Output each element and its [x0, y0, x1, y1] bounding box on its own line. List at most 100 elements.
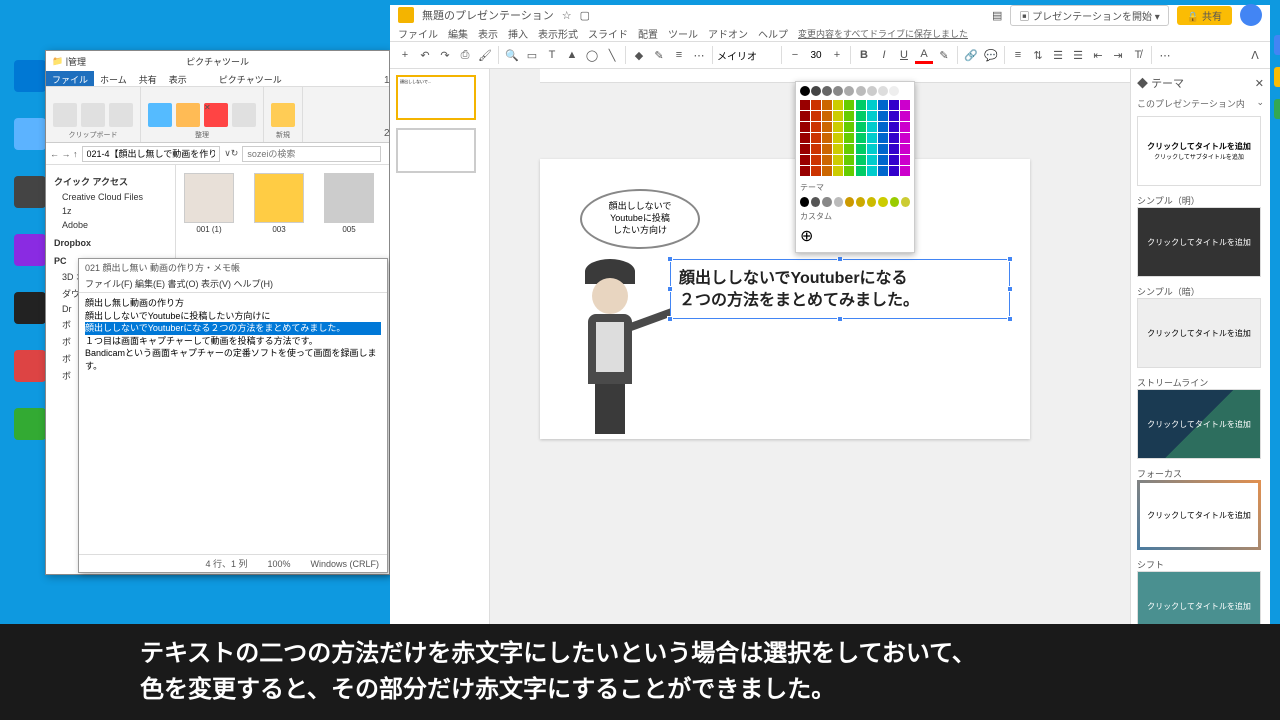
color-swatch[interactable] — [889, 86, 899, 96]
color-swatch[interactable] — [856, 155, 866, 165]
color-swatch[interactable] — [800, 155, 810, 165]
more-button[interactable]: ⋯ — [1156, 46, 1174, 64]
color-swatch[interactable] — [867, 166, 877, 176]
color-swatch[interactable] — [867, 86, 877, 96]
indent-inc-button[interactable]: ⇥ — [1109, 46, 1127, 64]
tab-picture-tools[interactable]: ピクチャツール — [213, 71, 288, 86]
paintformat-button[interactable]: 🖌 — [476, 46, 494, 64]
chevron-down-icon[interactable]: ⌄ — [1256, 97, 1264, 110]
color-swatch[interactable] — [844, 166, 854, 176]
color-swatch[interactable] — [856, 133, 866, 143]
paste-button[interactable] — [109, 103, 133, 127]
moveto-button[interactable] — [148, 103, 172, 127]
color-swatch[interactable] — [889, 133, 899, 143]
color-swatch[interactable] — [900, 86, 910, 96]
color-swatch[interactable] — [878, 111, 888, 121]
slide-canvas[interactable]: 顔出ししないで Youtubeに投稿 したい方向け 顔出ししないでYoutube… — [540, 159, 1030, 439]
comments-icon[interactable]: ▤ — [992, 9, 1002, 22]
color-swatch[interactable] — [878, 144, 888, 154]
color-swatch[interactable] — [822, 144, 832, 154]
color-swatch[interactable] — [800, 144, 810, 154]
color-swatch[interactable] — [833, 100, 843, 110]
calendar-icon[interactable] — [1274, 35, 1280, 55]
menu-view[interactable]: 表示 — [478, 26, 498, 41]
copy-button[interactable] — [81, 103, 105, 127]
color-swatch[interactable] — [889, 166, 899, 176]
font-select[interactable]: メイリオ — [717, 48, 777, 63]
nav-quickaccess[interactable]: クイック アクセス — [50, 173, 171, 190]
color-swatch[interactable] — [844, 100, 854, 110]
tab-home[interactable]: ホーム — [94, 71, 133, 86]
borderstyle-button[interactable]: ⋯ — [690, 46, 708, 64]
color-swatch[interactable] — [878, 197, 887, 207]
rename-button[interactable] — [232, 103, 256, 127]
color-swatch[interactable] — [856, 144, 866, 154]
color-swatch[interactable] — [811, 111, 821, 121]
color-swatch[interactable] — [878, 133, 888, 143]
color-swatch[interactable] — [811, 197, 820, 207]
color-swatch[interactable] — [856, 197, 865, 207]
color-swatch[interactable] — [867, 144, 877, 154]
color-swatch[interactable] — [834, 197, 843, 207]
image-button[interactable]: ▲ — [563, 46, 581, 64]
underline-button[interactable]: U — [895, 46, 913, 64]
slide-thumbnail[interactable]: 顔出ししないで... — [396, 75, 476, 120]
color-swatch[interactable] — [878, 122, 888, 132]
tab-view[interactable]: 表示 — [163, 71, 193, 86]
fontsize-dec[interactable]: − — [786, 46, 804, 64]
bold-button[interactable]: B — [855, 46, 873, 64]
color-swatch[interactable] — [889, 100, 899, 110]
keep-icon[interactable] — [1274, 67, 1280, 87]
color-swatch[interactable] — [822, 166, 832, 176]
theme-preview[interactable]: クリックしてタイトルを追加 — [1137, 389, 1261, 459]
pin-quickaccess-button[interactable] — [53, 103, 77, 127]
color-swatch[interactable] — [800, 111, 810, 121]
color-swatch[interactable] — [867, 155, 877, 165]
color-swatch[interactable] — [867, 111, 877, 121]
linespace-button[interactable]: ⇅ — [1029, 46, 1047, 64]
color-swatch[interactable] — [833, 122, 843, 132]
menu-arrange[interactable]: 配置 — [638, 26, 658, 41]
account-avatar[interactable] — [1240, 4, 1262, 26]
textcolor-button[interactable]: A — [915, 46, 933, 64]
selected-textbox[interactable]: 顔出ししないでYoutuberになる ２つの方法をまとめてみました。 — [670, 259, 1010, 319]
color-swatch[interactable] — [878, 86, 888, 96]
color-swatch[interactable] — [856, 100, 866, 110]
color-swatch[interactable] — [844, 155, 854, 165]
resize-handle[interactable] — [667, 316, 673, 322]
resize-handle[interactable] — [667, 256, 673, 262]
nav-item[interactable]: Creative Cloud Files — [50, 190, 171, 204]
present-button[interactable]: ▣ プレゼンテーションを開始 ▾ — [1010, 5, 1168, 26]
notepad-body[interactable]: 顔出し無し動画の作り方 顔出ししないでYoutubeに投稿したい方向けに 顔出し… — [79, 293, 387, 377]
color-swatch[interactable] — [856, 122, 866, 132]
nav-item[interactable]: 1z — [50, 204, 171, 218]
color-swatch[interactable] — [856, 166, 866, 176]
bulletlist-button[interactable]: ☰ — [1069, 46, 1087, 64]
color-swatch[interactable] — [833, 155, 843, 165]
color-swatch[interactable] — [889, 155, 899, 165]
highlight-button[interactable]: ✎ — [935, 46, 953, 64]
tasks-icon[interactable] — [1274, 99, 1280, 119]
menu-file[interactable]: ファイル — [398, 26, 438, 41]
newslide-button[interactable]: + — [396, 46, 414, 64]
color-swatch[interactable] — [878, 155, 888, 165]
color-swatch[interactable] — [800, 86, 810, 96]
color-swatch[interactable] — [811, 133, 821, 143]
color-swatch[interactable] — [800, 166, 810, 176]
bordercolor-button[interactable]: ✎ — [650, 46, 668, 64]
color-swatch[interactable] — [822, 122, 832, 132]
color-swatch[interactable] — [811, 166, 821, 176]
resize-handle[interactable] — [1007, 316, 1013, 322]
color-swatch[interactable] — [844, 111, 854, 121]
redo-button[interactable]: ↷ — [436, 46, 454, 64]
clearformat-button[interactable]: T̸ — [1129, 46, 1147, 64]
color-swatch[interactable] — [867, 100, 877, 110]
borderweight-button[interactable]: ≡ — [670, 46, 688, 64]
color-swatch[interactable] — [900, 100, 910, 110]
delete-button[interactable]: ✕ — [204, 103, 228, 127]
indent-dec-button[interactable]: ⇤ — [1089, 46, 1107, 64]
color-swatch[interactable] — [867, 122, 877, 132]
color-swatch[interactable] — [800, 122, 810, 132]
theme-preview[interactable]: クリックしてタイトルを追加 — [1137, 298, 1261, 368]
color-swatch[interactable] — [833, 166, 843, 176]
